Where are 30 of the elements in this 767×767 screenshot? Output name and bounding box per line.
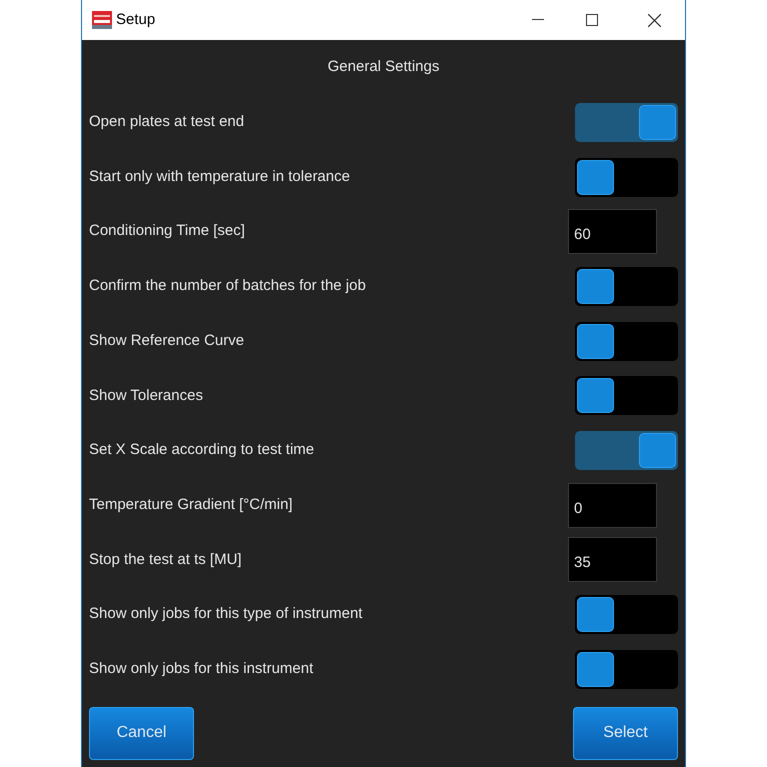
setting-label: Start only with temperature in tolerance	[89, 166, 351, 187]
setting-label: Stop the test at ts [MU]	[89, 550, 243, 570]
toggle-switch[interactable]	[575, 595, 678, 634]
setting-label: Conditioning Time [sec]	[89, 221, 246, 242]
toggle-switch[interactable]	[575, 376, 678, 416]
toggle-switch[interactable]	[575, 650, 678, 689]
setting-label: Show only jobs for this instrument	[89, 658, 314, 679]
toggle-switch[interactable]	[575, 102, 678, 142]
maximize-icon	[586, 14, 598, 26]
setting-label: Open plates at test end	[89, 112, 246, 132]
app-logo-icon	[92, 11, 112, 29]
number-field[interactable]: 60	[568, 209, 657, 254]
window-title: Setup	[116, 10, 156, 30]
toggle-switch[interactable]	[575, 430, 678, 470]
setting-label: Temperature Gradient [°C/min]	[89, 494, 294, 515]
toggle-switch[interactable]	[575, 266, 678, 306]
setting-label: Show Tolerances	[89, 386, 204, 406]
dialog-button[interactable]: Select	[573, 706, 678, 760]
close-icon	[648, 14, 660, 26]
number-field[interactable]: 35	[568, 537, 657, 582]
setting-label: Confirm the number of batches for the job	[89, 276, 367, 296]
section-heading: General Settings	[328, 57, 440, 78]
minimize-icon	[532, 19, 544, 21]
dialog-button[interactable]: Cancel	[89, 706, 194, 760]
number-field[interactable]: 0	[568, 482, 657, 528]
toggle-switch[interactable]	[575, 322, 678, 361]
toggle-switch[interactable]	[575, 158, 678, 197]
setting-label: Set X Scale according to test time	[89, 440, 316, 460]
setting-label: Show Reference Curve	[89, 330, 246, 351]
setting-label: Show only jobs for this type of instrument	[89, 604, 364, 624]
